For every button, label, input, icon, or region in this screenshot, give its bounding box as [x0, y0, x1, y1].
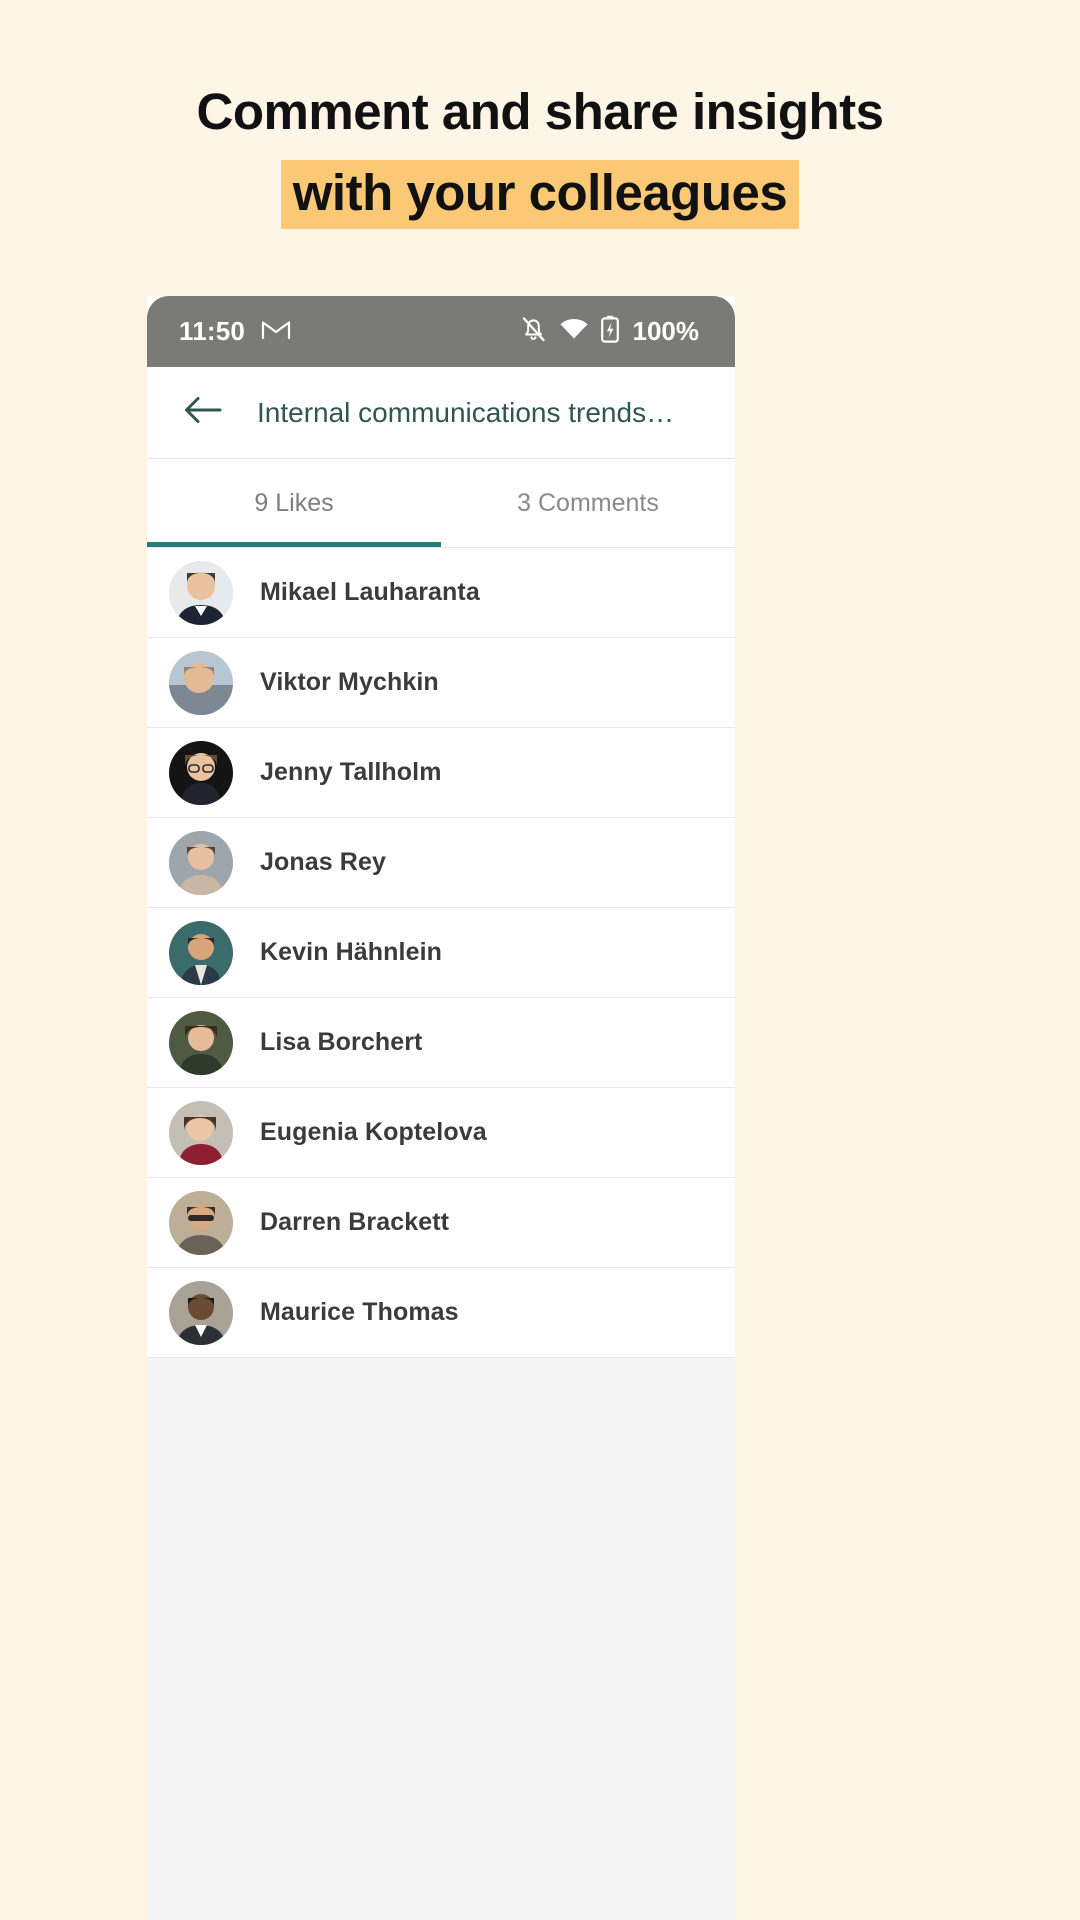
tab-likes-label: 9 Likes: [254, 488, 334, 517]
wifi-icon: [559, 317, 589, 346]
list-item[interactable]: Jenny Tallholm: [147, 728, 735, 818]
list-item[interactable]: Jonas Rey: [147, 818, 735, 908]
list-item-name: Jenny Tallholm: [260, 758, 442, 786]
likes-list: Mikael Lauharanta Viktor Mychkin Jenny T…: [147, 548, 735, 1358]
battery-percent-label: 100%: [632, 316, 700, 346]
avatar: [169, 1010, 233, 1075]
avatar: [169, 560, 233, 625]
list-item[interactable]: Eugenia Koptelova: [147, 1088, 735, 1178]
avatar: [169, 1190, 233, 1255]
promo-headline: Comment and share insights with your col…: [0, 0, 1080, 229]
avatar: [169, 740, 233, 805]
tab-comments[interactable]: 3 Comments: [441, 459, 735, 547]
gmail-m-icon: [261, 317, 291, 346]
back-button[interactable]: [175, 385, 231, 441]
list-item[interactable]: Darren Brackett: [147, 1178, 735, 1268]
arrow-left-icon: [183, 393, 223, 432]
status-bar: 11:50 100%: [147, 296, 735, 367]
app-bar: Internal communications trends i…: [147, 367, 735, 459]
bell-off-icon: [520, 315, 547, 348]
battery-charging-icon: [600, 315, 619, 348]
avatar: [169, 1100, 233, 1165]
list-item-name: Lisa Borchert: [260, 1028, 423, 1056]
status-bar-left: 11:50: [179, 316, 291, 347]
avatar: [169, 650, 233, 715]
tab-bar: 9 Likes 3 Comments: [147, 459, 735, 547]
status-bar-right: 100%: [520, 315, 700, 348]
status-bar-time: 11:50: [179, 316, 246, 346]
promo-line-1: Comment and share insights: [196, 83, 884, 140]
tab-comments-label: 3 Comments: [517, 488, 659, 517]
phone-mockup: 11:50 100% Internal communications trend…: [147, 296, 735, 1920]
list-item[interactable]: Maurice Thomas: [147, 1268, 735, 1358]
list-item-name: Mikael Lauharanta: [260, 578, 480, 606]
list-item-name: Jonas Rey: [260, 848, 386, 876]
list-item-name: Maurice Thomas: [260, 1298, 459, 1326]
list-item[interactable]: Mikael Lauharanta: [147, 548, 735, 638]
promo-line-2-highlight: with your colleagues: [280, 160, 800, 229]
list-item-name: Viktor Mychkin: [260, 668, 439, 696]
list-item-name: Darren Brackett: [260, 1208, 450, 1236]
list-item-name: Eugenia Koptelova: [260, 1118, 487, 1146]
list-item-name: Kevin Hähnlein: [260, 938, 442, 966]
list-item[interactable]: Lisa Borchert: [147, 998, 735, 1088]
page-title: Internal communications trends i…: [257, 396, 677, 428]
avatar: [169, 1280, 233, 1345]
promo-line-2-wrapper: with your colleagues: [0, 159, 1080, 229]
tab-active-indicator: [147, 542, 441, 547]
list-item[interactable]: Viktor Mychkin: [147, 638, 735, 728]
avatar: [169, 830, 233, 895]
list-empty-area: [147, 1358, 735, 1920]
avatar: [169, 920, 233, 985]
tab-likes[interactable]: 9 Likes: [147, 459, 441, 547]
list-item[interactable]: Kevin Hähnlein: [147, 908, 735, 998]
